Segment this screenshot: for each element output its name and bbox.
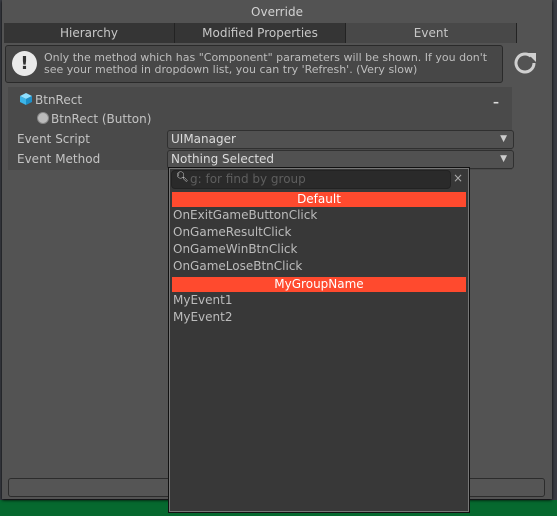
- exclamation-icon: !: [12, 51, 37, 76]
- tab-hierarchy[interactable]: Hierarchy: [4, 23, 175, 43]
- list-item[interactable]: MyEvent2: [173, 309, 232, 326]
- help-box: ! Only the method which has "Component" …: [5, 45, 503, 83]
- search-placeholder: g: for find by group: [190, 172, 306, 186]
- group-header: MyGroupName: [172, 277, 466, 292]
- event-section: BtnRect BtnRect (Button) – Event Script …: [8, 87, 514, 170]
- group-header: Default: [172, 192, 466, 207]
- list-item[interactable]: OnExitGameButtonClick: [173, 207, 317, 224]
- component-name: BtnRect (Button): [51, 112, 152, 126]
- event-method-label: Event Method: [17, 152, 101, 166]
- search-icon: 🔍︎: [176, 172, 189, 183]
- event-script-value: UIManager: [171, 132, 236, 146]
- window-title: Override: [251, 5, 303, 19]
- cube-icon: [20, 93, 32, 105]
- search-input[interactable]: 🔍︎ g: for find by group: [171, 170, 451, 189]
- refresh-icon: [514, 52, 536, 74]
- chevron-down-icon: ▼: [500, 134, 507, 144]
- list-item[interactable]: OnGameWinBtnClick: [173, 241, 297, 258]
- tab-event[interactable]: Event: [346, 23, 517, 43]
- event-script-label: Event Script: [17, 132, 90, 146]
- event-script-dropdown[interactable]: UIManager ▼: [167, 130, 514, 149]
- list-item[interactable]: OnGameLoseBtnClick: [173, 258, 302, 275]
- refresh-button[interactable]: [510, 48, 540, 78]
- chevron-down-icon: ▼: [500, 154, 507, 164]
- list-item[interactable]: MyEvent1: [173, 292, 232, 309]
- collapse-button[interactable]: –: [493, 95, 499, 109]
- tab-modified-properties[interactable]: Modified Properties: [175, 23, 346, 43]
- event-method-value: Nothing Selected: [171, 152, 275, 166]
- radio-icon: [37, 112, 49, 124]
- list-item[interactable]: OnGameResultClick: [173, 224, 291, 241]
- help-message: Only the method which has "Component" pa…: [44, 51, 488, 76]
- object-name: BtnRect: [35, 93, 83, 107]
- method-popup: 🔍︎ g: for find by group × Default OnExit…: [168, 167, 470, 513]
- clear-search-button[interactable]: ×: [453, 171, 463, 185]
- tab-bar: Hierarchy Modified Properties Event: [4, 23, 517, 43]
